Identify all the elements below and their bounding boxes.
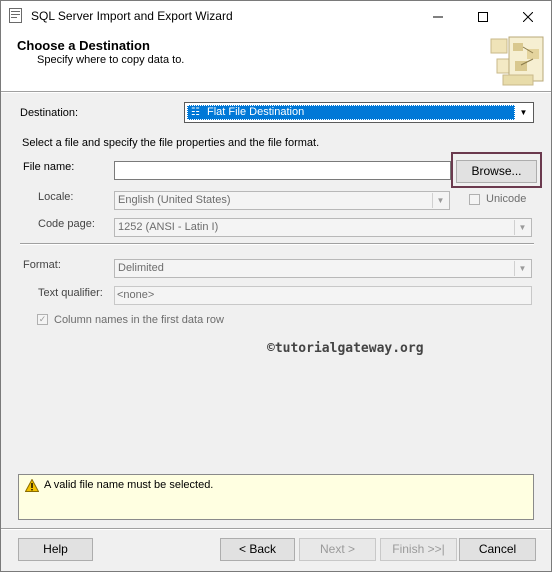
wizard-graphic-icon <box>490 36 544 86</box>
chevron-down-icon: ▼ <box>514 220 530 235</box>
title-bar: SQL Server Import and Export Wizard <box>1 1 551 31</box>
chevron-down-icon[interactable]: ▼ <box>516 105 531 120</box>
app-icon <box>9 8 22 23</box>
unicode-label: Unicode <box>486 193 527 205</box>
validation-message: A valid file name must be selected. <box>44 479 214 491</box>
destination-value: Flat File Destination <box>207 106 305 118</box>
minimize-icon <box>432 16 443 18</box>
destination-selected-item: ☷ Flat File Destination <box>187 105 515 120</box>
code-page-value: 1252 (ANSI - Latin I) <box>118 221 219 233</box>
page-title: Choose a Destination <box>17 38 150 53</box>
page-subtitle: Specify where to copy data to. <box>37 54 185 66</box>
footer-divider <box>1 528 551 530</box>
text-qualifier-value: <none> <box>117 289 155 301</box>
code-page-select[interactable]: 1252 (ANSI - Latin I) ▼ <box>114 218 532 237</box>
wizard-header: Choose a Destination Specify where to co… <box>1 31 551 91</box>
unicode-checkbox[interactable] <box>469 194 480 205</box>
flat-file-icon: ☷ <box>191 107 200 118</box>
format-label: Format: <box>23 259 61 271</box>
validation-message-box: A valid file name must be selected. <box>18 474 534 520</box>
chevron-down-icon: ▼ <box>432 193 448 208</box>
text-qualifier-input[interactable]: <none> <box>114 286 532 305</box>
header-divider <box>1 91 551 93</box>
close-icon <box>522 11 533 23</box>
instructions-text: Select a file and specify the file prope… <box>22 137 320 149</box>
file-name-label: File name: <box>23 161 75 173</box>
column-names-checkbox[interactable]: ✓ <box>37 314 48 325</box>
section-divider <box>20 243 534 245</box>
maximize-icon <box>477 12 488 23</box>
finish-button[interactable]: Finish >>| <box>380 538 457 561</box>
warning-icon <box>25 479 39 492</box>
column-names-label: Column names in the first data row <box>54 314 224 326</box>
text-qualifier-label: Text qualifier: <box>38 287 103 299</box>
format-select[interactable]: Delimited ▼ <box>114 259 532 278</box>
locale-label: Locale: <box>38 191 74 203</box>
chevron-down-icon: ▼ <box>514 261 530 276</box>
minimize-button[interactable] <box>415 1 460 31</box>
browse-button[interactable]: Browse... <box>456 160 537 183</box>
code-page-label: Code page: <box>38 218 95 230</box>
wizard-window: SQL Server Import and Export Wizard Choo… <box>0 0 552 572</box>
file-name-input[interactable] <box>114 161 451 180</box>
locale-value: English (United States) <box>118 194 231 206</box>
back-button[interactable]: < Back <box>220 538 295 561</box>
locale-select[interactable]: English (United States) ▼ <box>114 191 450 210</box>
maximize-button[interactable] <box>460 1 505 31</box>
help-button[interactable]: Help <box>18 538 93 561</box>
watermark-text: ©tutorialgateway.org <box>267 341 424 356</box>
format-value: Delimited <box>118 262 164 274</box>
close-button[interactable] <box>505 1 550 31</box>
cancel-button[interactable]: Cancel <box>459 538 536 561</box>
next-button[interactable]: Next > <box>299 538 376 561</box>
destination-label: Destination: <box>20 107 79 119</box>
destination-select[interactable]: ☷ Flat File Destination ▼ <box>184 102 534 123</box>
window-title: SQL Server Import and Export Wizard <box>31 9 233 23</box>
